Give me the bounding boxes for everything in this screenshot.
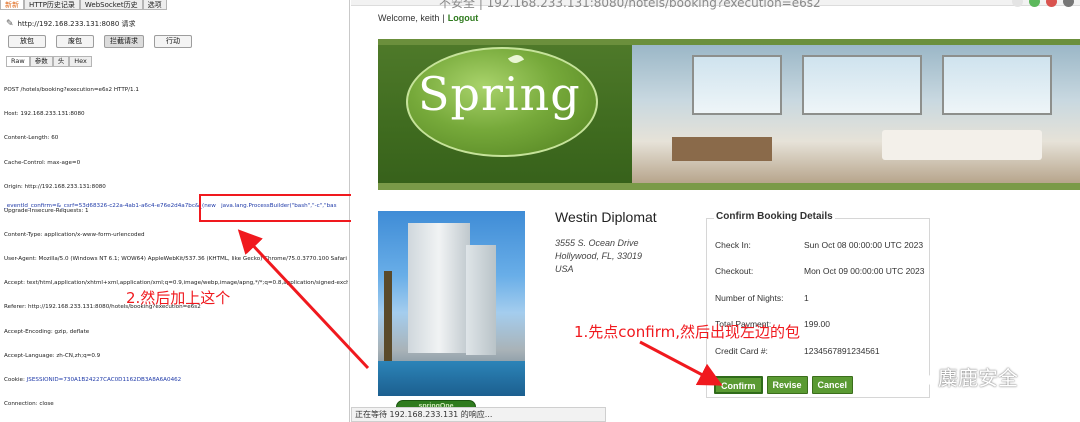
request-target-label: http://192.168.233.131:8080 请求 [17,20,136,28]
tab-http-history[interactable]: HTTP历史记录 [24,0,80,10]
intercept-toolbar: 放包 废包 拦截请求 行动 [8,35,192,48]
separator: | [442,13,445,23]
cookie-header-name: Cookie: [4,376,27,383]
annotation-step-2: 2.然后加上这个 [126,289,231,307]
window-shape [692,55,782,115]
tab-options[interactable]: 选项 [142,0,167,10]
tab-intercept[interactable]: 新新 [0,0,24,10]
logout-link[interactable]: Logout [448,13,479,23]
proxy-tabs: 新新 HTTP历史记录 WebSocket历史 选项 [0,0,167,10]
credit-card-value: 1234567891234561 [804,346,880,356]
request-target: ✎ http://192.168.233.131:8080 请求 [6,19,136,29]
extension-icon[interactable] [1046,0,1057,7]
cancel-button[interactable]: Cancel [811,376,854,394]
palm-shape [384,271,392,361]
tab-headers[interactable]: 头 [52,56,70,67]
welcome-bar: Welcome, keith | Logout [378,13,478,23]
hotel-address: 3555 S. Ocean Drive Hollywood, FL, 33019… [555,237,642,276]
header-line: Host: 192.168.233.131:8080 [4,111,85,118]
nights-value: 1 [804,293,809,303]
tab-raw[interactable]: Raw [6,56,30,67]
watermark-text: 麋鹿安全 [938,366,1018,390]
browser-page: 不安全 | 192.168.233.131:8080/hotels/bookin… [351,0,1080,422]
message-view-tabs: Raw 参数 头 Hex [6,56,92,67]
revise-button[interactable]: Revise [766,376,808,394]
banner-stripe [378,183,1080,190]
tab-websocket-history[interactable]: WebSocket历史 [79,0,143,10]
proxy-panel: 新新 HTTP历史记录 WebSocket历史 选项 ✎ http://192.… [0,0,356,422]
header-line: Cache-Control: max-age=0 [4,159,81,166]
tower-shape [466,245,496,355]
booking-actions: Confirm Revise Cancel [714,376,854,394]
pool-shape [378,361,525,396]
nights-label: Number of Nights: [715,293,784,303]
window-shape [802,55,922,115]
header-line: Origin: http://192.168.233.131:8080 [4,183,106,190]
action-button[interactable]: 行动 [154,35,192,48]
header-line: Accept-Encoding: gzip, deflate [4,328,90,335]
header-line: Connection: close [4,400,54,407]
checkout-value: Mon Oct 09 00:00:00 UTC 2023 [804,266,925,276]
booking-details-legend: Confirm Booking Details [714,211,835,222]
highlight-box [199,194,356,222]
total-payment-value: 199.00 [804,319,830,329]
check-in-label: Check In: [715,240,751,250]
address-line-1: 3555 S. Ocean Drive [555,238,639,248]
window-shape [942,55,1052,115]
cookie-header-line: Cookie: JSESSIONID=730A1B24227CAC0D1162D… [4,376,348,384]
hotel-name: Westin Diplomat [555,209,657,225]
header-line: Content-Type: application/x-www-form-url… [4,231,145,238]
header-line: User-Agent: Mozilla/5.0 (Windows NT 6.1;… [4,256,347,263]
pencil-icon[interactable]: ✎ [6,19,14,29]
raw-request-editor[interactable]: POST /hotels/booking?execution=e6s2 HTTP… [4,70,348,422]
credit-card-label: Credit Card #: [715,346,768,356]
menu-icon[interactable] [1063,0,1074,7]
header-banner: Spring [378,39,1080,190]
table-shape [672,137,772,161]
browser-toolbar-icons [1012,0,1074,7]
header-line: Content-Length: 60 [4,135,59,142]
confirm-button[interactable]: Confirm [714,376,763,394]
header-line: Accept-Language: zh-CN,zh;q=0.9 [4,352,101,359]
forward-button[interactable]: 放包 [8,35,46,48]
tab-params[interactable]: 参数 [29,56,53,67]
request-line: POST /hotels/booking?execution=e6s2 HTTP… [4,87,139,94]
address-url[interactable]: 不安全 | 192.168.233.131:8080/hotels/bookin… [439,0,821,11]
watermark: 麋鹿安全 [894,362,1018,391]
welcome-text: Welcome, keith [378,13,440,23]
logo-text: Spring [418,67,581,121]
check-in-value: Sun Oct 08 00:00:00 UTC 2023 [804,240,924,250]
intercept-toggle-button[interactable]: 拦截请求 [104,35,144,48]
hotel-room-photo [632,45,1080,183]
wechat-icon [895,364,931,389]
hotel-photo [378,211,525,396]
annotation-step-1: 1.先点confirm,然后出现左边的包 [574,323,800,341]
bed-shape [882,130,1042,160]
extension-icon[interactable] [1029,0,1040,7]
address-country: USA [555,264,574,274]
tower-shape [408,223,470,353]
address-line-2: Hollywood, FL, 33019 [555,251,643,261]
star-icon[interactable] [1012,0,1023,7]
browser-status-bar: 正在等待 192.168.233.131 的响应... [351,407,606,422]
tab-hex[interactable]: Hex [69,56,92,67]
checkout-label: Checkout: [715,266,754,276]
drop-button[interactable]: 废包 [56,35,94,48]
cookie-value: JSESSIONID=730A1B24227CAC0D1162DB3A8A6A0… [26,376,182,383]
